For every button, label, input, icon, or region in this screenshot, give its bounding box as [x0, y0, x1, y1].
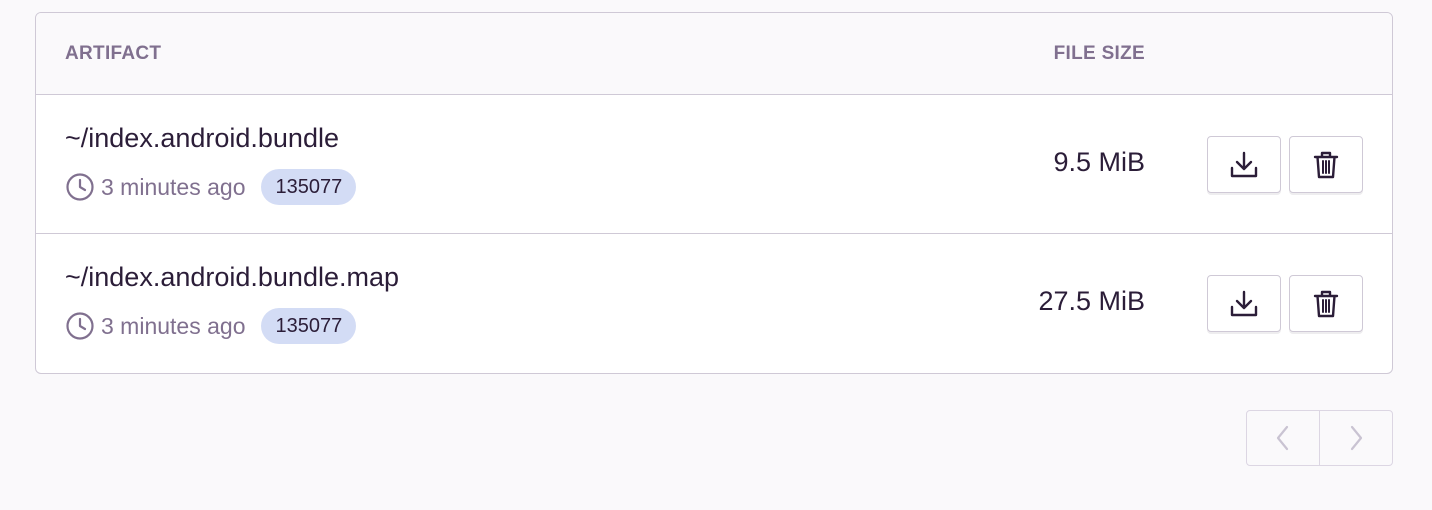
delete-button[interactable]: [1289, 275, 1363, 332]
trash-icon: [1313, 151, 1339, 178]
file-size: 27.5 MiB: [1038, 286, 1145, 316]
download-icon: [1230, 151, 1258, 177]
column-header-file-size: FILE SIZE: [1053, 43, 1145, 64]
previous-page-button[interactable]: [1247, 411, 1319, 465]
pagination: [1246, 410, 1393, 466]
next-page-button[interactable]: [1319, 411, 1392, 465]
build-badge: 135077: [261, 308, 357, 344]
timestamp: 3 minutes ago: [101, 173, 246, 200]
column-header-artifact: ARTIFACT: [65, 43, 162, 64]
table-row: ~/index.android.bundle.map 3 minutes ago…: [36, 234, 1392, 373]
artifact-name: ~/index.android.bundle: [65, 123, 339, 153]
artifact-name: ~/index.android.bundle.map: [65, 262, 399, 292]
chevron-left-icon: [1276, 425, 1289, 451]
artifact-meta: 3 minutes ago 135077: [65, 169, 357, 205]
build-badge: 135077: [261, 169, 357, 205]
table-header: ARTIFACT FILE SIZE: [36, 13, 1392, 95]
delete-button[interactable]: [1289, 136, 1363, 193]
download-button[interactable]: [1207, 136, 1281, 193]
download-icon: [1230, 290, 1258, 316]
trash-icon: [1313, 290, 1339, 317]
file-size: 9.5 MiB: [1053, 147, 1145, 177]
chevron-right-icon: [1350, 425, 1363, 451]
clock-icon: [66, 312, 94, 340]
clock-icon: [66, 173, 94, 201]
timestamp: 3 minutes ago: [101, 312, 246, 339]
artifact-meta: 3 minutes ago 135077: [65, 308, 357, 344]
artifacts-panel: ARTIFACT FILE SIZE ~/index.android.bundl…: [35, 12, 1393, 374]
table-row: ~/index.android.bundle 3 minutes ago 135…: [36, 95, 1392, 234]
download-button[interactable]: [1207, 275, 1281, 332]
